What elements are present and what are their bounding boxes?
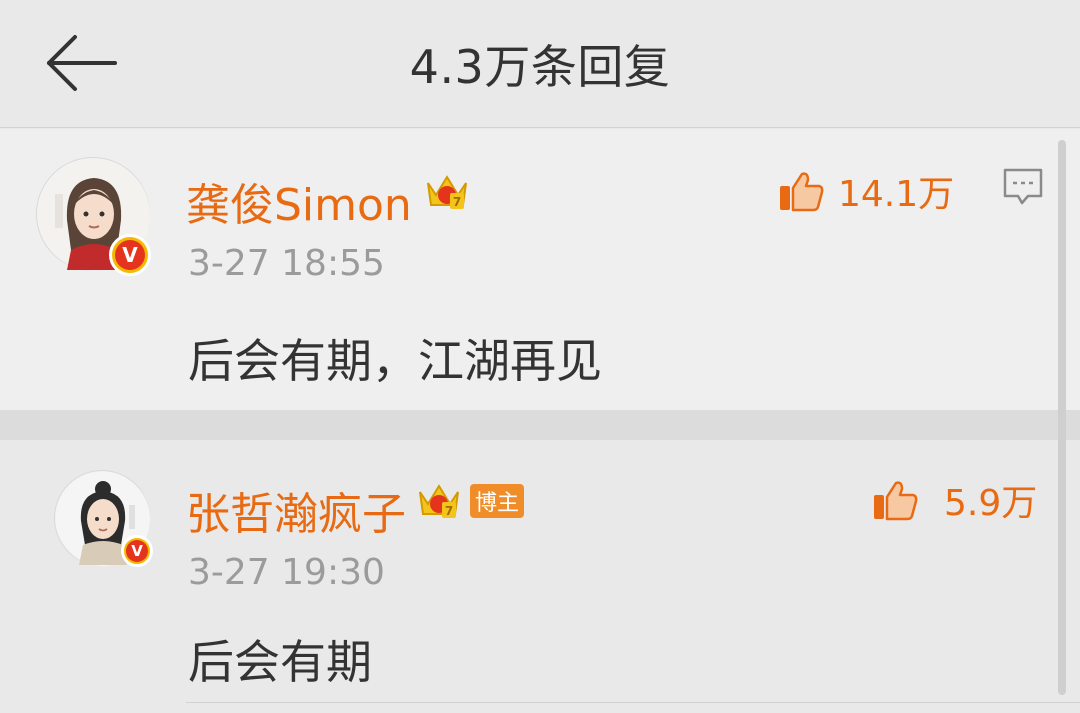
like-button[interactable]: 14.1万 (778, 165, 954, 217)
crown-icon: 7 (419, 484, 459, 518)
like-count: 14.1万 (838, 174, 955, 215)
reply-icon[interactable] (1002, 167, 1044, 207)
author-name[interactable]: 龚俊Simon (186, 169, 412, 233)
verified-icon: V (121, 535, 153, 567)
avatar[interactable]: V (54, 470, 153, 567)
thumbs-up-icon (874, 481, 918, 521)
comment-item[interactable]: V 张哲瀚疯子 7 博主 3-27 19:30 后会有期 5.9万 (0, 440, 1080, 713)
thumbs-up-icon (780, 172, 824, 212)
blogger-badge: 博主 (470, 484, 524, 518)
scrollbar[interactable] (1058, 140, 1066, 695)
comment-item[interactable]: V 龚俊Simon 7 3-27 18:55 后会有期，江湖再见 14.1万 (0, 129, 1080, 410)
timestamp: 3-27 19:30 (188, 552, 385, 593)
svg-text:7: 7 (453, 195, 461, 209)
svg-text:7: 7 (445, 504, 453, 518)
comment-bottom-border (186, 702, 1080, 703)
section-divider (0, 410, 1080, 440)
crown-icon: 7 (427, 175, 467, 209)
comment-text: 后会有期，江湖再见 (188, 334, 602, 388)
like-button[interactable]: 5.9万 (872, 474, 1037, 526)
comment-text: 后会有期 (188, 635, 372, 689)
author-name[interactable]: 张哲瀚疯子 (186, 478, 406, 542)
timestamp: 3-27 18:55 (188, 243, 385, 284)
page-title: 4.3万条回复 (409, 40, 671, 94)
verified-icon: V (109, 234, 151, 276)
avatar[interactable]: V (36, 157, 151, 276)
top-bar: 4.3万条回复 (0, 0, 1080, 128)
like-count: 5.9万 (944, 483, 1038, 524)
